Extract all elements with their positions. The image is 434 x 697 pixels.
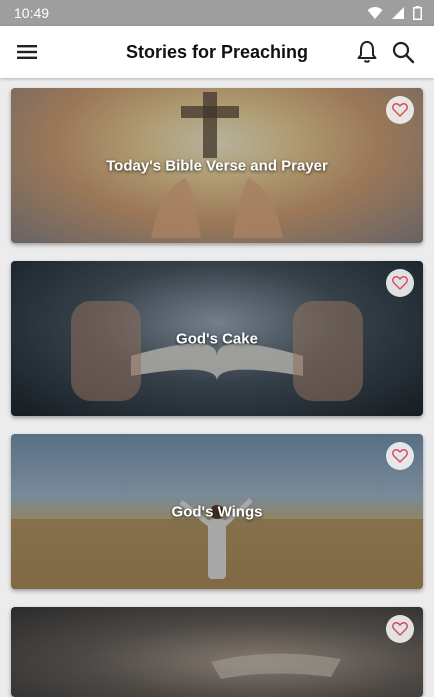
app-bar: Stories for Preaching [0, 26, 434, 78]
story-card[interactable]: God's Wings [11, 434, 423, 589]
status-bar: 10:49 [0, 0, 434, 26]
heart-icon [392, 449, 408, 463]
story-card[interactable]: Today's Bible Verse and Prayer [11, 88, 423, 243]
bell-icon[interactable] [354, 39, 380, 65]
status-icons [367, 6, 422, 20]
card-title: God's Wings [171, 503, 263, 520]
heart-icon [392, 276, 408, 290]
heart-icon [392, 622, 408, 636]
story-card[interactable] [11, 607, 423, 697]
signal-icon [392, 7, 404, 19]
heart-icon [392, 103, 408, 117]
status-time: 10:49 [14, 5, 50, 21]
favorite-button[interactable] [386, 96, 414, 124]
card-title: God's Cake [176, 330, 258, 347]
favorite-button[interactable] [386, 269, 414, 297]
search-icon[interactable] [390, 39, 416, 65]
favorite-button[interactable] [386, 615, 414, 643]
favorite-button[interactable] [386, 442, 414, 470]
card-title: Today's Bible Verse and Prayer [106, 157, 328, 174]
story-card[interactable]: God's Cake [11, 261, 423, 416]
battery-icon [413, 6, 422, 20]
wifi-icon [367, 7, 383, 19]
